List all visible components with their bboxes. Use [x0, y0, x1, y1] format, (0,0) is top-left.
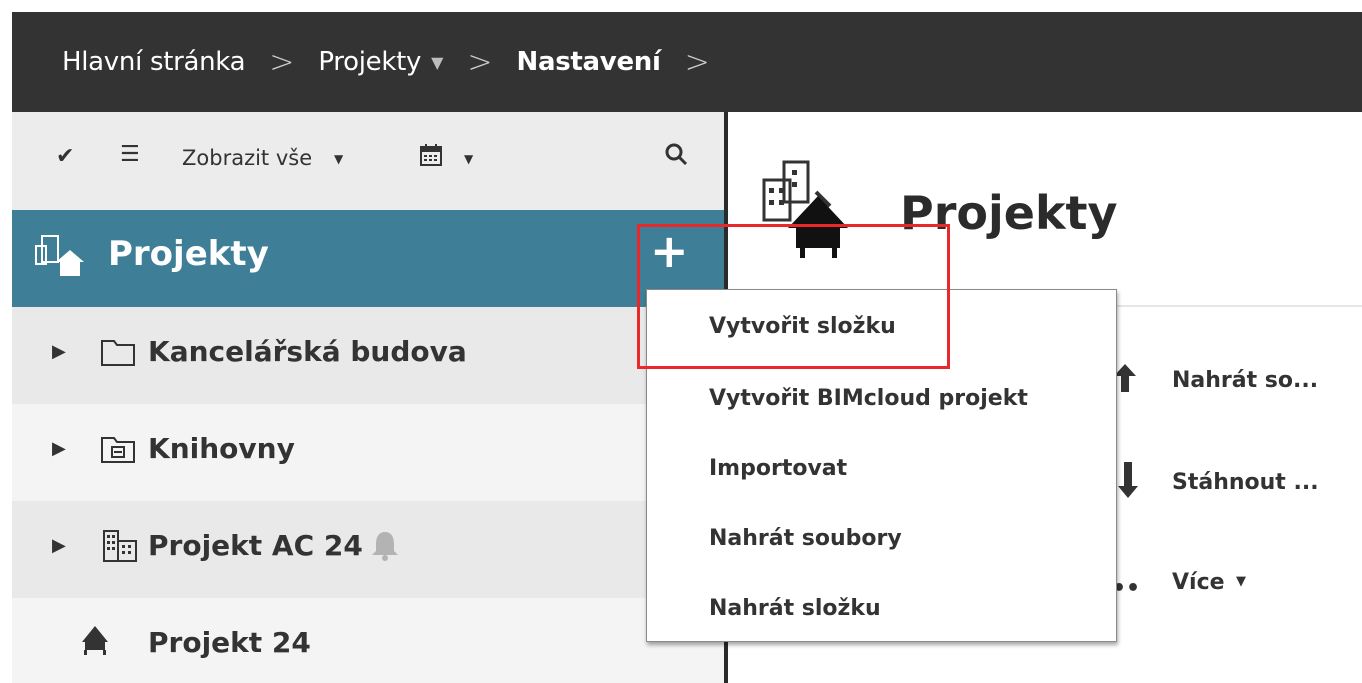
menu-item-upload-folder[interactable]: Nahrát složku	[709, 596, 881, 621]
breadcrumb-projects[interactable]: Projekty	[318, 47, 421, 77]
breadcrumb-home[interactable]: Hlavní stránka	[62, 47, 246, 77]
tree-item-label: Projekt 24	[148, 626, 311, 659]
breadcrumb-separator: >	[269, 44, 295, 80]
upload-files-button[interactable]: Nahrát so...	[1172, 368, 1318, 393]
chevron-down-icon[interactable]: ▼	[464, 152, 473, 166]
top-bar: Hlavní stránka > Projekty ▼ > Nastavení …	[0, 0, 1362, 112]
house-icon	[80, 620, 110, 660]
library-folder-icon	[100, 434, 136, 468]
breadcrumb-separator: >	[684, 44, 710, 80]
projects-header-title: Projekty	[108, 234, 269, 274]
breadcrumb-settings[interactable]: Nastavení	[517, 47, 661, 77]
building-icon	[102, 529, 138, 567]
calendar-icon[interactable]	[420, 144, 442, 172]
menu-item-import[interactable]: Importovat	[709, 456, 847, 481]
expand-icon[interactable]: ▶	[52, 341, 66, 362]
menu-item-create-bimcloud-project[interactable]: Vytvořit BIMcloud projekt	[709, 386, 1028, 411]
tree-item-office-building[interactable]: ▶ Kancelářská budova	[12, 307, 726, 404]
tree-item-libraries[interactable]: ▶ Knihovny	[12, 404, 726, 501]
chevron-down-icon[interactable]: ▼	[334, 152, 343, 166]
chevron-down-icon[interactable]: ▼	[431, 53, 443, 72]
tree-item-label: Projekt AC 24	[148, 529, 363, 562]
search-icon[interactable]	[664, 142, 688, 172]
list-icon[interactable]: ☰	[120, 142, 140, 167]
breadcrumb: Hlavní stránka > Projekty ▼ > Nastavení …	[12, 12, 1362, 112]
folder-icon	[100, 337, 136, 371]
project-tree-panel: ✔ ☰ Zobrazit vše ▼ ▼ Projekty + ▶ Kancel…	[12, 112, 726, 683]
bell-icon[interactable]	[370, 529, 400, 565]
download-icon[interactable]	[1116, 460, 1140, 504]
expand-icon[interactable]: ▶	[52, 535, 66, 556]
highlight-annotation	[637, 224, 950, 369]
projects-icon	[34, 232, 86, 288]
chevron-down-icon[interactable]: ▼	[1236, 574, 1246, 589]
breadcrumb-separator: >	[467, 44, 493, 80]
tree-item-label: Kancelářská budova	[148, 335, 467, 368]
tree-item-project-24[interactable]: Projekt 24	[12, 598, 726, 683]
check-icon[interactable]: ✔	[56, 144, 74, 169]
projects-header[interactable]: Projekty +	[12, 210, 726, 307]
tree-toolbar: ✔ ☰ Zobrazit vše ▼ ▼	[12, 112, 726, 210]
show-all-dropdown[interactable]: Zobrazit vše	[182, 146, 312, 170]
tree-item-project-ac24[interactable]: ▶ Projekt AC 24	[12, 501, 726, 598]
more-dropdown[interactable]: Více	[1172, 570, 1225, 595]
download-button[interactable]: Stáhnout ...	[1172, 470, 1319, 495]
menu-item-upload-files[interactable]: Nahrát soubory	[709, 526, 902, 551]
expand-icon[interactable]: ▶	[52, 438, 66, 459]
tree-item-label: Knihovny	[148, 432, 295, 465]
